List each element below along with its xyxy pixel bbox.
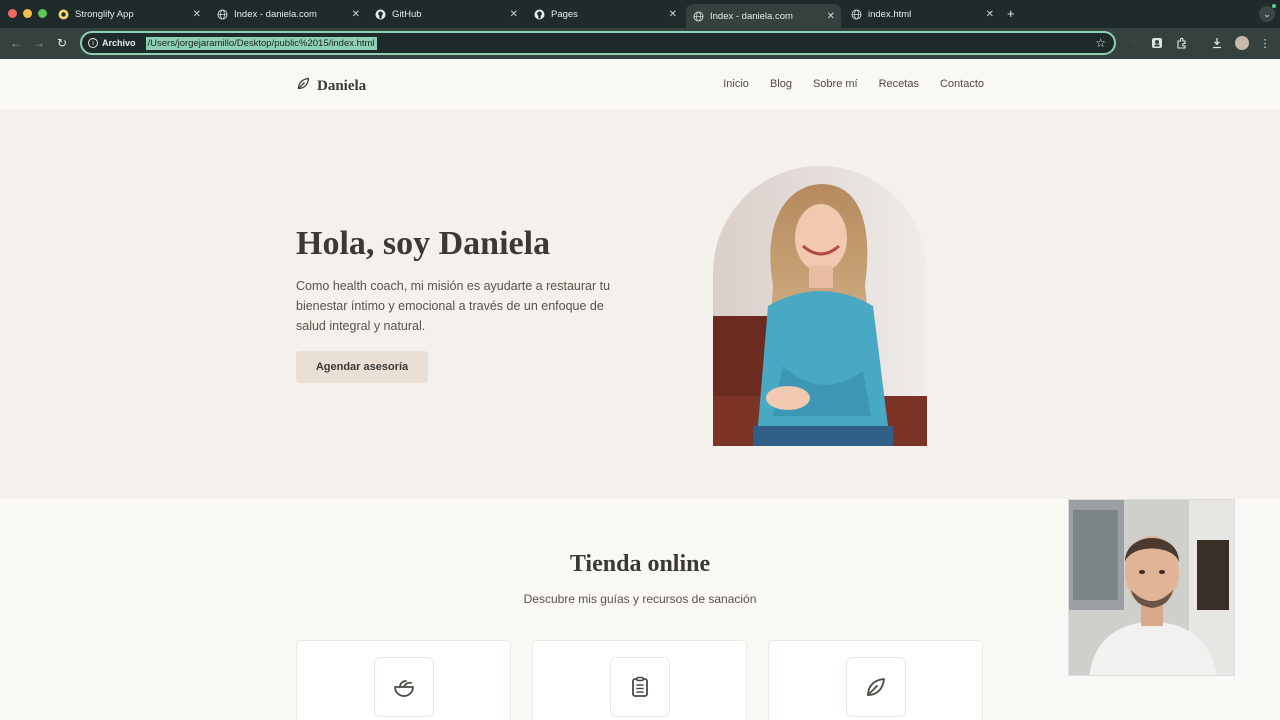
brand-name: Daniela <box>317 77 367 94</box>
nav-link-recetas[interactable]: Recetas <box>879 78 919 90</box>
clipboard-icon <box>610 657 670 717</box>
tab-label: GitHub <box>392 8 422 20</box>
book-consultation-button[interactable]: Agendar asesoría <box>296 351 428 383</box>
close-icon[interactable]: ✕ <box>193 9 201 20</box>
nav-link-blog[interactable]: Blog <box>770 78 792 90</box>
tab-stronglify[interactable]: Stronglify App ✕ <box>52 4 207 24</box>
close-icon[interactable]: ✕ <box>827 11 835 22</box>
tab-label: Index - daniela.com <box>234 8 317 20</box>
bookmark-star-icon[interactable]: ☆ <box>1095 36 1106 50</box>
main-nav: Inicio Blog Sobre mí Recetas Contacto <box>723 78 984 90</box>
product-card[interactable] <box>296 640 511 720</box>
browser-toolbar: ← → ↻ i Archivo /Users/jorgejaramillo/De… <box>0 28 1280 59</box>
forward-button[interactable]: → <box>33 36 45 50</box>
portrait-photo <box>713 166 927 446</box>
maximize-window-button[interactable] <box>38 9 47 18</box>
hero-section: Hola, soy Daniela Como health coach, mi … <box>0 111 1280 499</box>
browser-menu-icon[interactable]: ⋮ <box>1256 34 1274 52</box>
close-icon[interactable]: ✕ <box>986 9 994 20</box>
close-icon[interactable]: ✕ <box>669 9 677 20</box>
close-window-button[interactable] <box>8 9 17 18</box>
password-manager-icon[interactable] <box>1148 34 1166 52</box>
github-icon <box>534 9 545 20</box>
leaf-icon <box>296 76 311 96</box>
github-icon <box>375 9 386 20</box>
status-dot-icon <box>1272 4 1276 8</box>
download-icon[interactable] <box>1208 34 1226 52</box>
profile-avatar[interactable] <box>1235 36 1249 50</box>
tab-strip: Stronglify App ✕ Index - daniela.com ✕ G… <box>0 0 1280 28</box>
globe-icon <box>217 9 228 20</box>
tab-search-button[interactable]: ⌄ <box>1259 6 1275 22</box>
product-card[interactable] <box>768 640 983 720</box>
globe-icon <box>851 9 862 20</box>
hero-title: Hola, soy Daniela <box>296 225 551 262</box>
site-info-chip[interactable]: Archivo <box>102 38 136 48</box>
globe-icon <box>693 11 704 22</box>
tab-label: Index - daniela.com <box>710 10 793 22</box>
webcam-overlay <box>1068 499 1235 676</box>
tab-label: index.html <box>868 8 912 20</box>
nav-link-inicio[interactable]: Inicio <box>723 78 749 90</box>
close-icon[interactable]: ✕ <box>352 9 360 20</box>
back-button[interactable]: ← <box>10 36 22 50</box>
tab-label: Pages <box>551 8 578 20</box>
site-navbar: Daniela Inicio Blog Sobre mí Recetas Con… <box>0 59 1280 111</box>
tab-github[interactable]: GitHub ✕ <box>369 4 524 24</box>
tab-index-daniela[interactable]: Index - daniela.com ✕ <box>211 4 366 24</box>
info-icon[interactable]: i <box>88 38 98 48</box>
reload-button[interactable]: ↻ <box>57 36 67 50</box>
address-url[interactable]: /Users/jorgejaramillo/Desktop/public%201… <box>145 36 377 50</box>
new-tab-button[interactable]: + <box>1007 6 1015 21</box>
nav-link-contacto[interactable]: Contacto <box>940 78 984 90</box>
salad-bowl-icon <box>374 657 434 717</box>
tab-index-daniela-active[interactable]: Index - daniela.com ✕ <box>686 4 841 28</box>
stronglify-icon <box>58 9 69 20</box>
nav-link-sobre-mi[interactable]: Sobre mí <box>813 78 858 90</box>
address-bar[interactable]: i Archivo /Users/jorgejaramillo/Desktop/… <box>80 31 1116 55</box>
tab-label: Stronglify App <box>75 8 134 20</box>
site-brand[interactable]: Daniela <box>296 76 366 96</box>
tab-pages[interactable]: Pages ✕ <box>528 4 683 24</box>
leaf-icon <box>846 657 906 717</box>
extensions-puzzle-icon[interactable] <box>1173 34 1191 52</box>
extension-icon[interactable]: ◌ <box>1124 34 1142 52</box>
tab-index-html[interactable]: index.html ✕ <box>845 4 1000 24</box>
minimize-window-button[interactable] <box>23 9 32 18</box>
hero-description: Como health coach, mi misión es ayudarte… <box>296 279 611 333</box>
product-card[interactable] <box>532 640 747 720</box>
close-icon[interactable]: ✕ <box>510 9 518 20</box>
